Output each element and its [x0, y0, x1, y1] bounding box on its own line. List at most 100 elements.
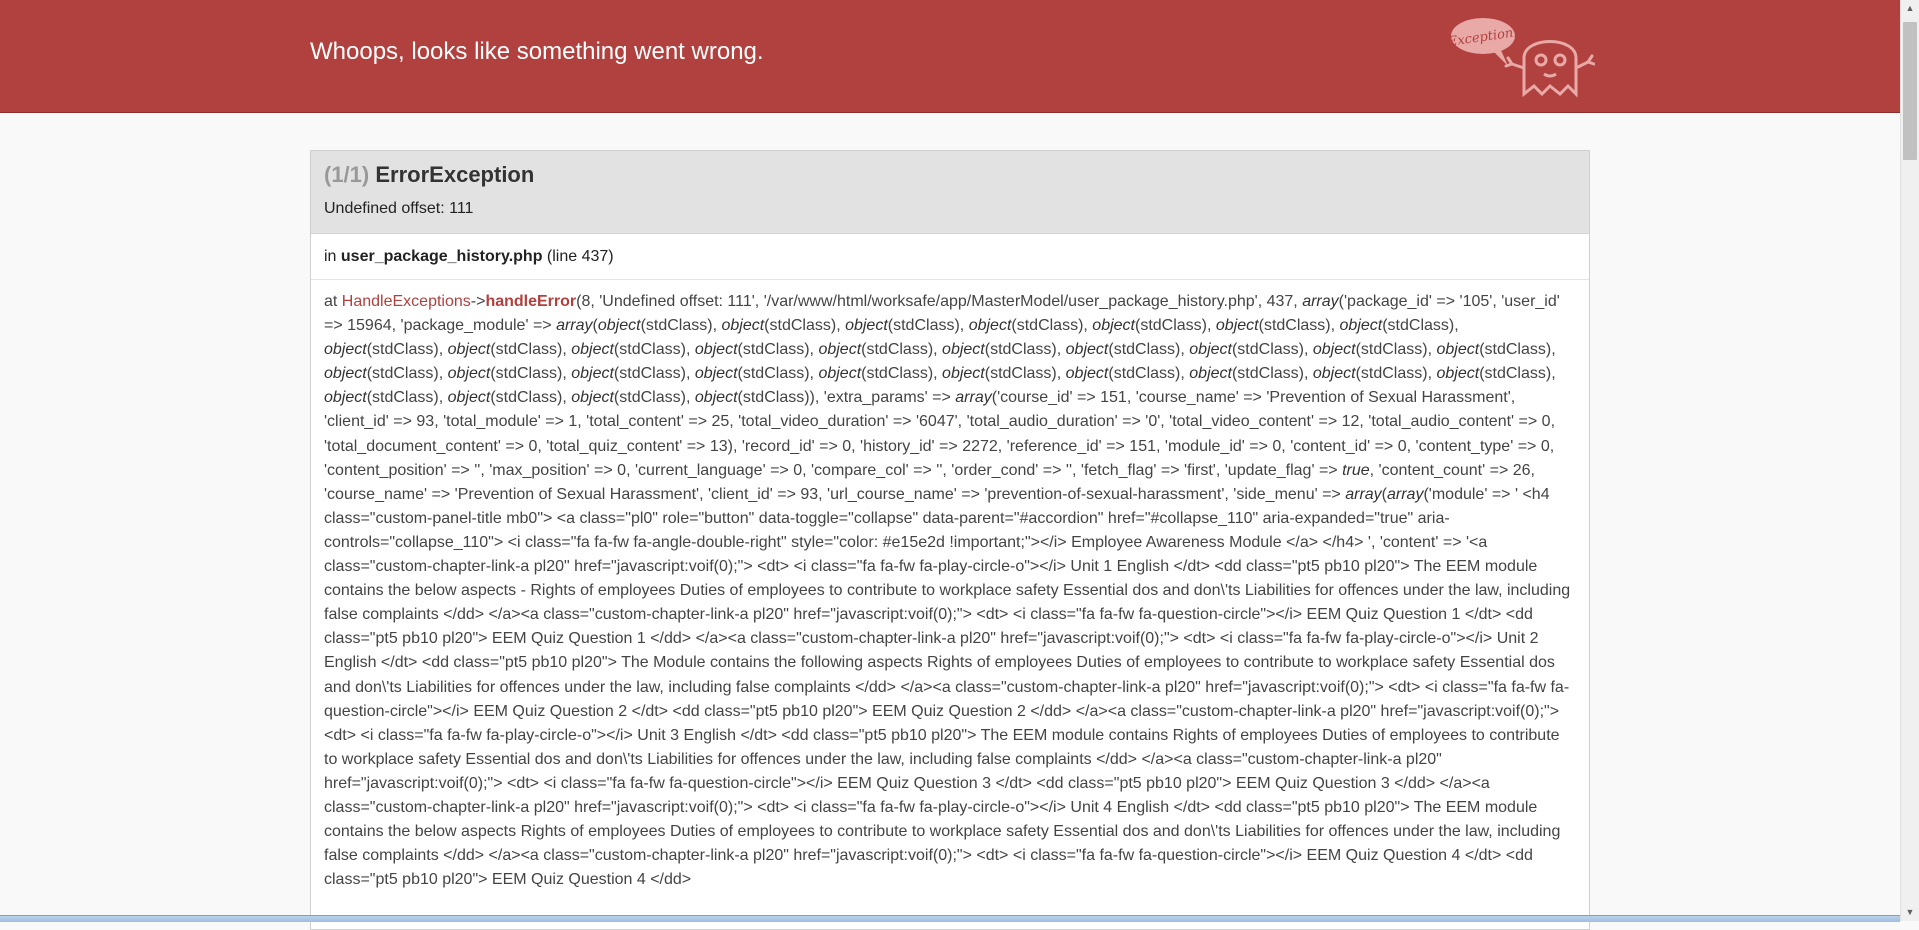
- separator: ,: [1551, 341, 1556, 359]
- object-keyword: object: [571, 365, 614, 383]
- stdclass-label: (stdClass): [737, 389, 810, 407]
- stdclass-label: (stdClass): [366, 389, 439, 407]
- object-keyword: object: [1312, 365, 1356, 383]
- object-keyword: object: [721, 317, 765, 335]
- exception-title: (1/1) ErrorException: [324, 161, 1576, 189]
- object-keyword: object: [694, 341, 738, 359]
- exception-panel: (1/1) ErrorException Undefined offset: 1…: [310, 150, 1590, 930]
- stdclass-label: (stdClass): [613, 389, 686, 407]
- object-keyword: object: [1189, 365, 1232, 383]
- exception-location: in user_package_history.php (line 437): [311, 234, 1589, 280]
- object-keyword: object: [324, 341, 367, 359]
- chevron-down-icon[interactable]: ▼: [1901, 904, 1919, 921]
- stdclass-label: (stdClass): [490, 341, 563, 359]
- stdclass-label: (stdClass): [861, 365, 934, 383]
- trace-function: handleError: [485, 293, 577, 310]
- stdclass-label: (stdClass): [1258, 317, 1331, 335]
- chevron-up-icon[interactable]: ▲: [1901, 0, 1919, 17]
- separator: ,: [1454, 317, 1459, 335]
- object-keyword: object: [818, 341, 862, 359]
- stdclass-label: (stdClass): [1382, 317, 1455, 335]
- separator: ,: [1180, 341, 1190, 359]
- object-keyword: object: [694, 365, 738, 383]
- stdclass-label: (stdClass): [1108, 365, 1181, 383]
- separator: ,: [438, 365, 448, 383]
- separator: ,: [1056, 341, 1066, 359]
- scrollbar-thumb[interactable]: [1903, 22, 1917, 160]
- separator: ,: [562, 389, 572, 407]
- separator: ,: [562, 341, 572, 359]
- stdclass-label: (stdClass): [737, 365, 810, 383]
- separator: ,: [1303, 365, 1313, 383]
- object-keyword: object: [324, 365, 367, 383]
- separator: ,: [836, 317, 846, 335]
- separator: ,: [685, 341, 695, 359]
- separator: ,: [1207, 317, 1216, 335]
- object-keyword: object: [571, 341, 614, 359]
- stdclass-label: (stdClass): [1231, 365, 1304, 383]
- trace-args-4: ), 'extra_params' =>: [809, 389, 956, 407]
- object-keyword: object: [1312, 341, 1356, 359]
- array-keyword: array: [955, 389, 992, 407]
- separator: ,: [1330, 317, 1340, 335]
- stdclass-label: (stdClass): [640, 317, 713, 335]
- stdclass-label: (stdClass): [366, 341, 439, 359]
- object-keyword: object: [324, 389, 367, 407]
- stdclass-label: (stdClass): [1355, 365, 1428, 383]
- array-keyword: array: [1302, 293, 1339, 310]
- array-keyword: array: [1345, 485, 1382, 503]
- location-line: (line 437): [546, 248, 614, 265]
- trace-arrow: ->: [470, 293, 486, 310]
- exception-name: ErrorException: [375, 162, 535, 187]
- object-keyword: object: [1065, 341, 1109, 359]
- page-title: Whoops, looks like something went wrong.: [310, 38, 764, 65]
- stdclass-label: (stdClass): [887, 317, 960, 335]
- stdclass-label: (stdClass): [366, 365, 439, 383]
- location-file: user_package_history.php: [340, 248, 543, 265]
- object-keyword: object: [818, 365, 862, 383]
- stdclass-label: (stdClass): [613, 365, 686, 383]
- separator: ,: [1056, 365, 1066, 383]
- stdclass-label: (stdClass): [1011, 317, 1084, 335]
- object-keyword: object: [845, 317, 888, 335]
- object-keyword: object: [1436, 341, 1480, 359]
- stdclass-label: (stdClass): [737, 341, 810, 359]
- object-keyword: object: [1436, 365, 1480, 383]
- separator: ,: [1551, 365, 1556, 383]
- separator: ,: [959, 317, 969, 335]
- object-keyword: object: [597, 317, 641, 335]
- stdclass-label: (stdClass): [861, 341, 934, 359]
- page-header: Whoops, looks like something went wrong.…: [0, 0, 1900, 113]
- separator: ,: [933, 341, 943, 359]
- true-keyword: true: [1342, 461, 1370, 479]
- ghost-icon: Exception!: [1446, 14, 1596, 100]
- object-keyword: object: [571, 389, 614, 407]
- stdclass-label: (stdClass): [490, 389, 563, 407]
- object-keyword: object: [447, 389, 491, 407]
- separator: ,: [685, 389, 695, 407]
- object-keyword: object: [447, 341, 491, 359]
- array-keyword: array: [1387, 485, 1424, 503]
- object-keyword: object: [447, 365, 491, 383]
- object-keyword: object: [1339, 317, 1383, 335]
- object-keyword: object: [1215, 317, 1259, 335]
- vertical-scrollbar[interactable]: ▲ ▼: [1900, 0, 1919, 921]
- trace-args-8: ('module' => ' <h4 class="custom-panel-t…: [324, 485, 1571, 889]
- trace-at: at: [324, 293, 338, 310]
- location-prefix: in: [324, 248, 337, 265]
- separator: ,: [438, 389, 448, 407]
- separator: ,: [1083, 317, 1093, 335]
- object-keyword: object: [694, 389, 738, 407]
- stdclass-label: (stdClass): [613, 341, 686, 359]
- object-keyword: object: [968, 317, 1012, 335]
- stdclass-label: (stdClass): [984, 341, 1057, 359]
- object-keyword: object: [1092, 317, 1135, 335]
- stdclass-label: (stdClass): [1108, 341, 1181, 359]
- object-keyword: object: [1065, 365, 1109, 383]
- stdclass-label: (stdClass): [1479, 341, 1552, 359]
- stdclass-label: (stdClass): [764, 317, 837, 335]
- array-keyword: array: [556, 317, 593, 335]
- stdclass-label: (stdClass): [1135, 317, 1208, 335]
- stdclass-label: (stdClass): [1479, 365, 1552, 383]
- exception-message: Undefined offset: 111: [324, 200, 474, 217]
